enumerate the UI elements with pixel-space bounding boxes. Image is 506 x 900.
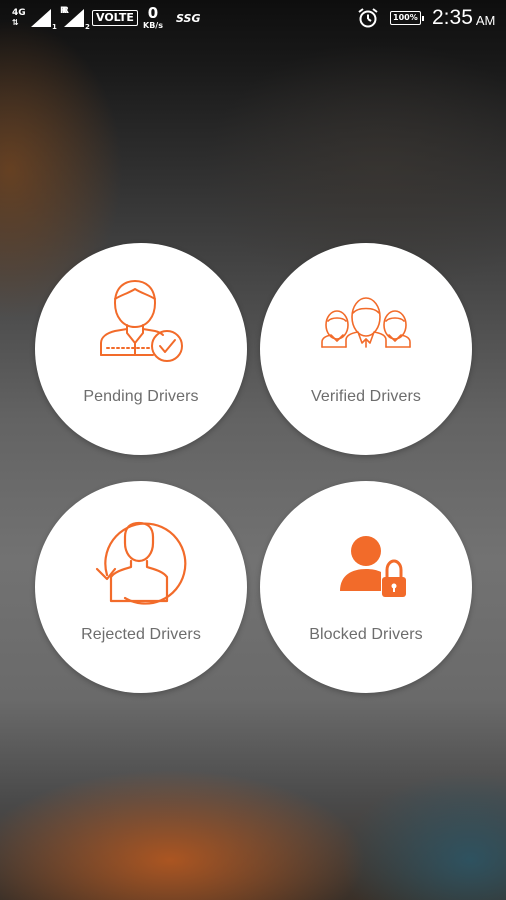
verified-drivers-button[interactable]: Verified Drivers [260, 243, 472, 455]
data-arrows-icon: ⇅ [12, 18, 19, 27]
clock-ampm: AM [475, 13, 496, 28]
user-group-icon [321, 297, 411, 348]
alarm-icon [357, 0, 379, 36]
data-speed-indicator: 0 KB/s [143, 0, 163, 36]
blocked-drivers-label: Blocked Drivers [309, 626, 423, 643]
pending-drivers-label: Pending Drivers [83, 388, 199, 405]
status-bar: 4G ⇅ R 1 R 2 VOLTE 0 KB/s SSG 100% 2:35 … [0, 0, 506, 36]
data-speed-value: 0 [147, 4, 159, 22]
blocked-drivers-button[interactable]: Blocked Drivers [260, 481, 472, 693]
data-speed-unit: KB/s [143, 21, 163, 30]
rejected-drivers-button[interactable]: Rejected Drivers [35, 481, 247, 693]
battery-icon: 100% [390, 11, 421, 25]
carrier-badge: SSG [176, 11, 201, 25]
sim1-signal: R 1 [29, 0, 67, 36]
battery-indicator: 100% [390, 0, 424, 36]
sim2-index-label: 2 [85, 23, 90, 31]
user-rotate-icon [95, 521, 187, 605]
clock-time: 2:35 [432, 6, 473, 29]
pending-drivers-button[interactable]: Pending Drivers [35, 243, 247, 455]
network-type-label: 4G [12, 8, 26, 18]
sim1-network-indicator: 4G ⇅ [12, 0, 26, 36]
volte-badge: VOLTE [92, 10, 138, 26]
user-lock-icon [340, 536, 406, 597]
sim1-index-label: 1 [52, 23, 57, 31]
rejected-drivers-label: Rejected Drivers [81, 626, 201, 643]
sim2-signal: R 2 [62, 0, 90, 36]
sim2-roaming-label: R [62, 6, 69, 16]
user-check-icon [100, 280, 183, 362]
clock: 2:35 AM [432, 0, 495, 36]
verified-drivers-label: Verified Drivers [310, 388, 422, 405]
